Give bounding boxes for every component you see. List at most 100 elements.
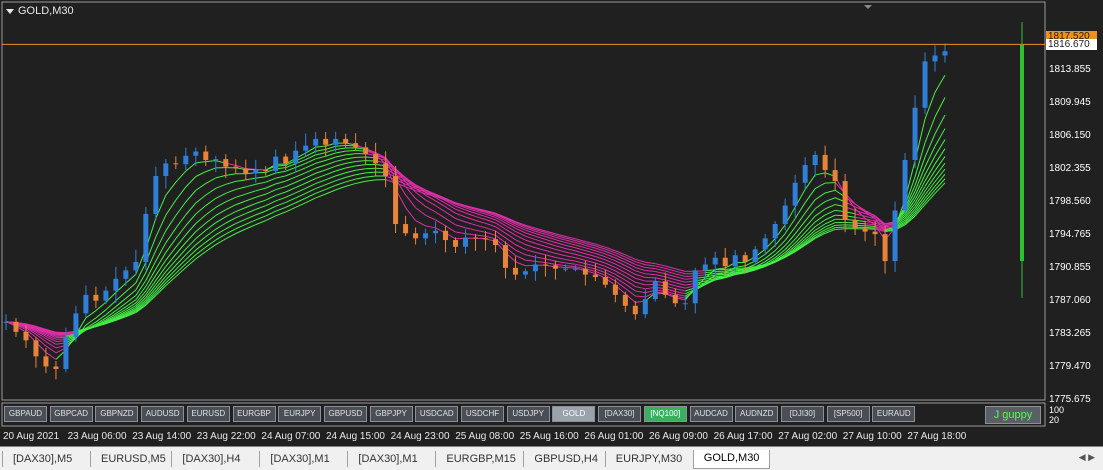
guppy-ema-segment (835, 226, 846, 229)
time-axis-label: 23 Aug 22:00 (196, 431, 256, 442)
guppy-ema-segment (924, 193, 936, 205)
guppy-ema-segment (315, 193, 326, 199)
symbol-button[interactable]: USDJPY (506, 406, 550, 422)
guppy-ema-segment (225, 188, 236, 194)
guppy-ema-segment (824, 214, 836, 221)
guppy-ema-segment (675, 276, 686, 280)
guppy-ema-segment (325, 184, 336, 190)
guppy-ema-segment (255, 199, 266, 205)
guppy-ema-segment (215, 209, 227, 216)
guppy-ema-segment (175, 201, 187, 216)
guppy-ema-segment (705, 271, 716, 274)
guppy-ema-segment (784, 226, 796, 241)
symbol-button[interactable]: GOLD (552, 406, 596, 422)
guppy-ema-segment (255, 176, 266, 179)
guppy-ema-segment (155, 252, 167, 270)
guppy-ema-segment (645, 266, 656, 270)
candle-body (492, 239, 498, 246)
chart-tab[interactable]: EURUSD,M5 (90, 451, 176, 467)
guppy-ema-segment (525, 239, 536, 244)
price-axis-label: 1790.855 (1049, 262, 1091, 273)
chart-tab[interactable]: [DAX30],H4 (171, 451, 250, 467)
guppy-ema-segment (515, 244, 526, 251)
symbol-button[interactable]: USDCHF (461, 406, 504, 422)
guppy-ema-segment (345, 149, 356, 152)
guppy-ema-segment (85, 317, 97, 326)
chart-tab[interactable]: [DAX30],M5 (2, 451, 82, 467)
symbol-button[interactable]: USDCAD (415, 406, 459, 422)
guppy-ema-segment (275, 196, 286, 202)
guppy-ema-segment (285, 202, 296, 208)
chart-window[interactable]: GOLD,M30 1813.855 1809.945 1806.150 1802.35… (0, 0, 1103, 447)
symbol-button[interactable]: EURJPY (278, 406, 322, 422)
symbol-button[interactable]: EURGBP (232, 406, 276, 422)
symbol-button[interactable]: GBPCAD (49, 406, 93, 422)
guppy-ema-segment (225, 233, 236, 240)
guppy-ema-segment (245, 224, 256, 230)
guppy-ema-segment (195, 246, 207, 256)
symbol-button[interactable]: AUDUSD (141, 406, 185, 422)
guppy-ema-segment (275, 211, 286, 217)
candle-body (532, 264, 538, 272)
guppy-ema-segment (265, 177, 276, 183)
symbol-button[interactable]: AUDCAD (689, 406, 733, 422)
chart-tab[interactable]: GBPUSD,H4 (523, 451, 608, 467)
guppy-ema-segment (245, 214, 256, 220)
guppy-ema-segment (295, 167, 306, 173)
guppy-indicator-button[interactable]: J guppy (985, 406, 1041, 424)
guppy-ema-segment (325, 156, 336, 161)
guppy-ema-segment (635, 281, 646, 286)
symbol-button[interactable]: AUDNZD (735, 406, 779, 422)
guppy-ema-segment (465, 212, 476, 217)
guppy-ema-segment (355, 172, 366, 176)
symbol-button[interactable]: GBPNZD (95, 406, 139, 422)
symbol-button[interactable]: GBPUSD (323, 406, 367, 422)
guppy-ema-segment (325, 152, 336, 157)
price-axis-label: 1787.060 (1049, 295, 1091, 306)
symbol-button[interactable]: [DAX30] (598, 406, 642, 422)
chart-tab[interactable]: EURGBP,M15 (435, 451, 526, 467)
guppy-ema-segment (165, 199, 177, 216)
guppy-ema-segment (445, 217, 456, 226)
guppy-ema-segment (824, 189, 836, 194)
symbol-button[interactable]: [DJI30] (780, 406, 824, 422)
guppy-ema-segment (934, 156, 946, 171)
symbol-button[interactable]: [NQ100] (643, 406, 687, 422)
guppy-ema-segment (465, 221, 476, 226)
guppy-ema-segment (545, 245, 556, 250)
guppy-ema-segment (535, 242, 546, 247)
symbol-button[interactable]: GBPJPY (369, 406, 413, 422)
chart-tab[interactable]: [DAX30],M1 (347, 451, 427, 467)
time-axis-label: 20 Aug 2021 (3, 431, 60, 442)
collapse-arrow-icon[interactable] (6, 8, 14, 14)
chart-tab[interactable]: GOLD,M30 (692, 450, 771, 469)
guppy-ema-segment (814, 223, 826, 231)
guppy-ema-segment (824, 204, 836, 210)
symbol-button[interactable]: EURUSD (186, 406, 230, 422)
guppy-ema-segment (225, 204, 236, 211)
candle-body (33, 340, 39, 357)
candle-body (293, 150, 299, 164)
chart-symbol-title[interactable]: GOLD,M30 (6, 5, 74, 17)
chart-tabs-bar: [DAX30],M5 EURUSD,M5 [DAX30],H4 [DAX30],M1 [… (0, 447, 1103, 470)
shift-marker-icon[interactable] (864, 5, 872, 9)
guppy-ema-segment (525, 249, 536, 253)
guppy-ema-segment (185, 249, 197, 260)
price-chart[interactable] (0, 0, 1103, 446)
tabs-scroll-arrows-icon[interactable]: ◀ ▶ (1079, 452, 1095, 463)
candle-body (882, 234, 888, 262)
chart-tab[interactable]: [DAX30],M1 (259, 451, 339, 467)
guppy-ema-segment (275, 191, 286, 196)
candle-body (592, 274, 598, 278)
guppy-ema-segment (645, 261, 656, 265)
candle-body (772, 224, 778, 239)
symbol-button[interactable]: EURAUD (872, 406, 916, 422)
candle-body (203, 151, 209, 160)
guppy-ema-segment (155, 285, 167, 296)
guppy-ema-segment (804, 188, 816, 203)
guppy-ema-segment (425, 214, 436, 221)
symbol-button[interactable]: GBPAUD (4, 406, 47, 422)
chart-tab[interactable]: EURJPY,M30 (604, 451, 692, 467)
symbol-button[interactable]: [SP500] (826, 406, 870, 422)
guppy-ema-segment (555, 241, 566, 246)
